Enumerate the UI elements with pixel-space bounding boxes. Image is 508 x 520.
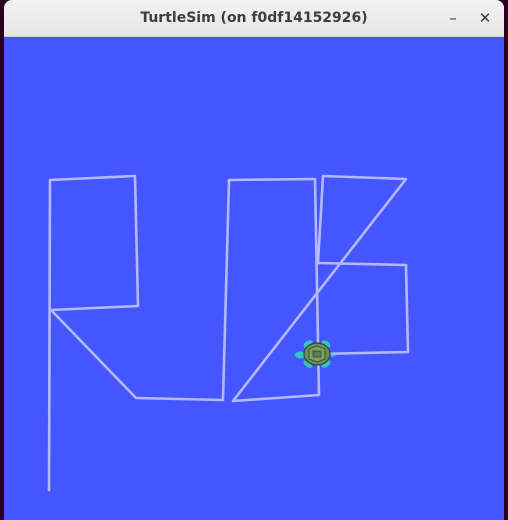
turtle-canvas [4,37,504,520]
minimize-icon: – [449,9,457,27]
turtle-drawing [47,174,410,492]
close-icon: ✕ [478,9,492,27]
minimize-button[interactable]: – [441,6,465,30]
pen-trail [47,174,410,492]
title-bar[interactable]: TurtleSim (on f0df14152926) – ✕ [4,0,504,37]
turtlesim-window: TurtleSim (on f0df14152926) – ✕ [4,0,504,520]
window-title: TurtleSim (on f0df14152926) [140,10,368,26]
close-button[interactable]: ✕ [473,6,497,30]
